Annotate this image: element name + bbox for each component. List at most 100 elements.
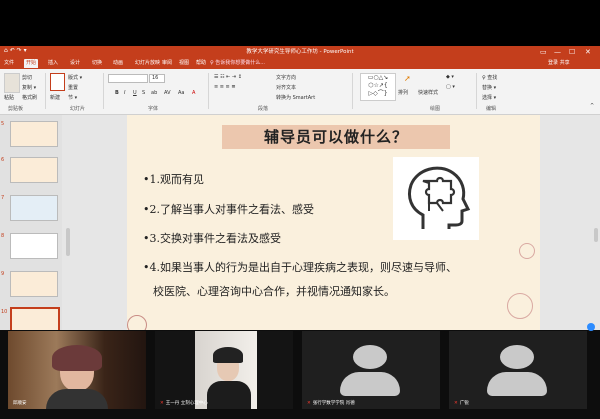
format-painter-button[interactable]: 格式刷 [22, 94, 37, 101]
bullets-icon[interactable]: ☰ ☷ ⇤ ⇥ ↕ [214, 74, 242, 80]
group-label-clipboard: 剪贴板 [8, 106, 24, 112]
ribbon-divider [208, 73, 209, 109]
account-share[interactable]: 登录 共享 [548, 59, 570, 66]
tab-view[interactable]: 视图 [177, 59, 191, 68]
reset-button[interactable]: 重置 [68, 84, 78, 91]
slide-thumbnail[interactable] [10, 157, 58, 183]
bullet-4-continuation: 校医院、心理咨询中心合作，并视情况通知家长。 [153, 285, 395, 298]
slide-thumbnail[interactable] [10, 233, 58, 259]
italic-button[interactable]: I [124, 90, 125, 96]
editor-scrollbar[interactable] [594, 228, 598, 242]
select-button[interactable]: 选择 ▾ [482, 94, 496, 101]
underline-button[interactable]: U [133, 90, 137, 96]
paste-icon[interactable] [4, 73, 20, 93]
bold-button[interactable]: B [115, 90, 119, 96]
ribbon-display-button[interactable]: ▭ [540, 46, 547, 58]
person-body [207, 381, 251, 409]
tab-animations[interactable]: 动画 [111, 59, 125, 68]
participant-tile[interactable]: ✕ 广锐 [449, 331, 587, 409]
bullet-1: •1.观而有见 [143, 173, 204, 186]
tab-review[interactable]: 审阅 [160, 59, 174, 68]
shapes-gallery[interactable]: ▭○△↘ ⬡☆↗{▷◇⌒} [360, 73, 396, 101]
slide-thumbnail[interactable] [10, 195, 58, 221]
spacing-button[interactable]: AV [164, 90, 171, 96]
tab-home[interactable]: 开始 [24, 59, 39, 68]
find-button[interactable]: ♀ 查找 [482, 74, 497, 81]
participant-tile[interactable]: 邱顺安 [8, 331, 146, 409]
tell-me-search[interactable]: ♀ 告诉我你想要做什么... [210, 59, 265, 66]
text-direction-button[interactable]: 文字方向 [276, 74, 296, 81]
new-slide-button[interactable]: 新建 [50, 94, 60, 101]
copy-button[interactable]: 复制 ▾ [22, 84, 36, 91]
strike-button[interactable]: S [142, 90, 145, 96]
avatar-head-icon [500, 345, 534, 369]
bullet-2: •2.了解当事人对事件之看法、感受 [143, 203, 314, 216]
title-bar: ⌂ ↶ ↷ ▾ 教学大学研究生导师心工作坊 - PowerPoint ▭ — ☐… [0, 46, 600, 58]
case-button[interactable]: Aa [178, 90, 184, 96]
shape-outline-icon[interactable]: ▢ ▾ [446, 84, 455, 90]
font-color-button[interactable]: A [192, 90, 195, 96]
thumbnail-scrollbar[interactable] [66, 228, 70, 256]
slide-thumbnail[interactable] [10, 121, 58, 147]
participant-name: ✕ 广锐 [454, 401, 469, 406]
slide-number: 6 [1, 157, 5, 163]
tab-file[interactable]: 文件 [2, 59, 16, 68]
minimize-button[interactable]: — [554, 46, 561, 58]
arrange-button[interactable]: 排列 [398, 89, 408, 96]
tab-slideshow[interactable]: 幻灯片放映 [133, 59, 162, 68]
tab-transitions[interactable]: 切换 [90, 59, 104, 68]
ribbon-divider [352, 73, 353, 109]
person-body [46, 389, 108, 409]
section-button[interactable]: 节 ▾ [68, 94, 77, 101]
top-black-bar [0, 0, 600, 46]
replace-button[interactable]: 替换 ▾ [482, 84, 496, 91]
group-label-editing: 编辑 [486, 106, 497, 112]
person-hair [52, 345, 102, 371]
person-hair [213, 347, 243, 363]
gallery-scroll-indicator[interactable] [587, 323, 595, 331]
window-title: 教学大学研究生导师心工作坊 - PowerPoint [246, 49, 354, 55]
participant-name: ✕ 张行学数学学院 肖德 [307, 401, 355, 406]
muted-mic-icon: ✕ [307, 401, 311, 406]
muted-mic-icon: ✕ [160, 401, 164, 406]
new-slide-icon[interactable] [50, 73, 65, 91]
maximize-button[interactable]: ☐ [569, 46, 575, 58]
align-text-button[interactable]: 对齐文本 [276, 84, 296, 91]
participant-tile[interactable]: ✕ 王一丹 立刻心理中心 [155, 331, 293, 409]
convert-smartart-button[interactable]: 转换为 SmartArt [276, 94, 315, 101]
decorative-flower [507, 293, 533, 319]
paste-button[interactable]: 粘贴 [4, 94, 14, 101]
shape-fill-icon[interactable]: ◆ ▾ [446, 74, 454, 80]
slide-number: 9 [1, 271, 5, 277]
avatar-body-icon [340, 372, 400, 396]
decorative-flower [519, 243, 535, 259]
align-icons[interactable]: ≡ ≡ ≡ ≣ [214, 84, 236, 90]
quick-styles-button[interactable]: 快速样式 [418, 89, 438, 96]
slide-thumbnail[interactable] [10, 271, 58, 297]
slide-thumbnail-pane: 5 6 7 8 9 10 [0, 115, 62, 335]
close-button[interactable]: ✕ [585, 46, 591, 58]
cursor-icon: ➚ [404, 74, 411, 83]
participant-tile[interactable]: ✕ 张行学数学学院 肖德 [302, 331, 440, 409]
head-puzzle-icon[interactable] [393, 157, 479, 240]
tab-help[interactable]: 帮助 [194, 59, 208, 68]
slide-canvas[interactable]: 辅导员可以做什么？ •1.观而有见 •2.了解当事人对事件之看法、感受 •3.交… [127, 115, 540, 330]
tab-design[interactable]: 设计 [68, 59, 82, 68]
ribbon: 粘贴 剪切 复制 ▾ 格式刷 剪贴板 新建 版式 ▾ 重置 节 ▾ 幻灯片 16… [0, 69, 600, 115]
cut-button[interactable]: 剪切 [22, 74, 32, 81]
decorative-flower [127, 315, 147, 330]
slide-title[interactable]: 辅导员可以做什么？ [222, 125, 450, 149]
group-label-font: 字体 [148, 106, 159, 112]
tab-insert[interactable]: 插入 [46, 59, 60, 68]
participant-name: 邱顺安 [13, 401, 27, 406]
slide-number: 8 [1, 233, 5, 239]
ribbon-divider [476, 73, 477, 109]
shadow-button[interactable]: ab [151, 90, 157, 96]
collapse-ribbon-icon[interactable]: ^ [590, 103, 594, 109]
layout-button[interactable]: 版式 ▾ [68, 74, 82, 81]
font-size-box[interactable]: 16 [149, 74, 165, 83]
head-puzzle-svg [408, 166, 471, 229]
bullet-3: •3.交换对事件之看法及感受 [143, 232, 281, 245]
group-label-paragraph: 段落 [258, 106, 269, 112]
font-name-box[interactable] [108, 74, 148, 83]
